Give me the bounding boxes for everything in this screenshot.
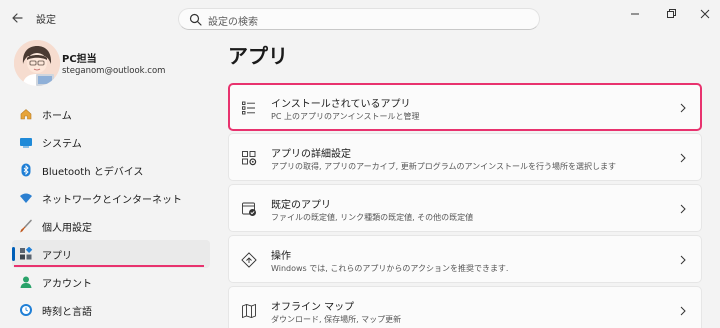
chevron-right-icon — [680, 306, 686, 316]
actions-icon — [241, 252, 257, 268]
profile-name: PC担当 — [62, 54, 97, 65]
card-subtitle: PC 上のアプリのアンインストールと管理 — [271, 112, 420, 121]
sidebar-nav: ホーム システム Bluetooth とデバイス ネットワークとインターネット … — [12, 100, 210, 324]
sidebar-item-time-language[interactable]: 時刻と言語 — [12, 296, 210, 324]
apps-icon — [20, 247, 33, 260]
account-icon — [20, 276, 32, 288]
card-title: オフライン マップ — [271, 302, 355, 313]
map-icon — [242, 303, 256, 319]
time-language-icon — [20, 304, 32, 316]
sidebar-item-label: アカウント — [42, 279, 92, 290]
default-apps-card[interactable]: 既定のアプリ ファイルの既定値, リンク種類の既定値, その他の既定値 — [228, 184, 702, 232]
sidebar-item-network[interactable]: ネットワークとインターネット — [12, 184, 210, 212]
advanced-app-settings-card[interactable]: アプリの詳細設定 アプリの取得, アプリのアーカイブ, 更新プログラムのアンイン… — [228, 133, 702, 181]
chevron-right-icon — [680, 103, 686, 113]
close-icon[interactable] — [698, 7, 712, 21]
sidebar-item-system[interactable]: システム — [12, 128, 210, 156]
restore-icon[interactable] — [664, 7, 678, 21]
card-title: インストールされているアプリ — [271, 99, 411, 110]
search-box[interactable]: 設定の検索 — [178, 8, 540, 30]
advanced-apps-icon — [242, 151, 257, 166]
search-icon — [189, 13, 202, 26]
home-icon — [20, 109, 32, 120]
system-icon — [20, 138, 32, 148]
sidebar-item-apps[interactable]: アプリ — [12, 240, 210, 268]
avatar-illustration — [14, 40, 60, 86]
bluetooth-icon — [21, 163, 31, 177]
active-indicator — [12, 247, 15, 261]
offline-maps-card[interactable]: オフライン マップ ダウンロード, 保存場所, マップ更新 — [228, 286, 702, 328]
back-arrow-icon — [12, 13, 23, 23]
default-apps-icon — [242, 202, 256, 216]
chevron-right-icon — [680, 153, 686, 163]
search-placeholder: 設定の検索 — [208, 17, 258, 28]
card-subtitle: アプリの取得, アプリのアーカイブ, 更新プログラムのアンインストールを行う場所… — [271, 162, 616, 171]
sidebar-item-label: ホーム — [42, 111, 72, 122]
sidebar-item-personalization[interactable]: 個人用設定 — [12, 212, 210, 240]
highlight-underline — [14, 265, 204, 267]
user-profile[interactable]: PC担当 steganom@outlook.com — [14, 40, 214, 90]
list-icon — [242, 101, 255, 115]
avatar — [14, 40, 60, 86]
page-title: アプリ — [228, 44, 288, 68]
sidebar-item-label: Bluetooth とデバイス — [42, 167, 144, 178]
chevron-right-icon — [680, 255, 686, 265]
sidebar-item-label: システム — [42, 139, 82, 150]
brush-icon — [20, 219, 32, 233]
title-bar: 設定 設定の検索 — [0, 0, 720, 36]
sidebar-item-bluetooth[interactable]: Bluetooth とデバイス — [12, 156, 210, 184]
profile-email: steganom@outlook.com — [62, 66, 166, 76]
sidebar-item-accounts[interactable]: アカウント — [12, 268, 210, 296]
sidebar-item-label: ネットワークとインターネット — [42, 195, 182, 206]
wifi-icon — [20, 193, 32, 203]
minimize-icon[interactable] — [628, 7, 642, 21]
chevron-right-icon — [680, 204, 686, 214]
card-title: 操作 — [271, 251, 291, 262]
card-title: 既定のアプリ — [271, 200, 331, 211]
installed-apps-card[interactable]: インストールされているアプリ PC 上のアプリのアンインストールと管理 — [228, 83, 702, 131]
app-title: 設定 — [36, 15, 56, 26]
card-title: アプリの詳細設定 — [271, 149, 351, 160]
actions-card[interactable]: 操作 Windows では, これらのアプリからのアクションを推奨できます. — [228, 235, 702, 283]
sidebar-item-home[interactable]: ホーム — [12, 100, 210, 128]
sidebar-item-label: アプリ — [42, 251, 72, 262]
back-button[interactable] — [8, 9, 28, 27]
sidebar-item-label: 個人用設定 — [42, 223, 92, 234]
sidebar-item-label: 時刻と言語 — [42, 307, 92, 318]
card-subtitle: Windows では, これらのアプリからのアクションを推奨できます. — [271, 264, 509, 273]
card-subtitle: ファイルの既定値, リンク種類の既定値, その他の既定値 — [271, 213, 474, 222]
card-subtitle: ダウンロード, 保存場所, マップ更新 — [271, 315, 402, 324]
